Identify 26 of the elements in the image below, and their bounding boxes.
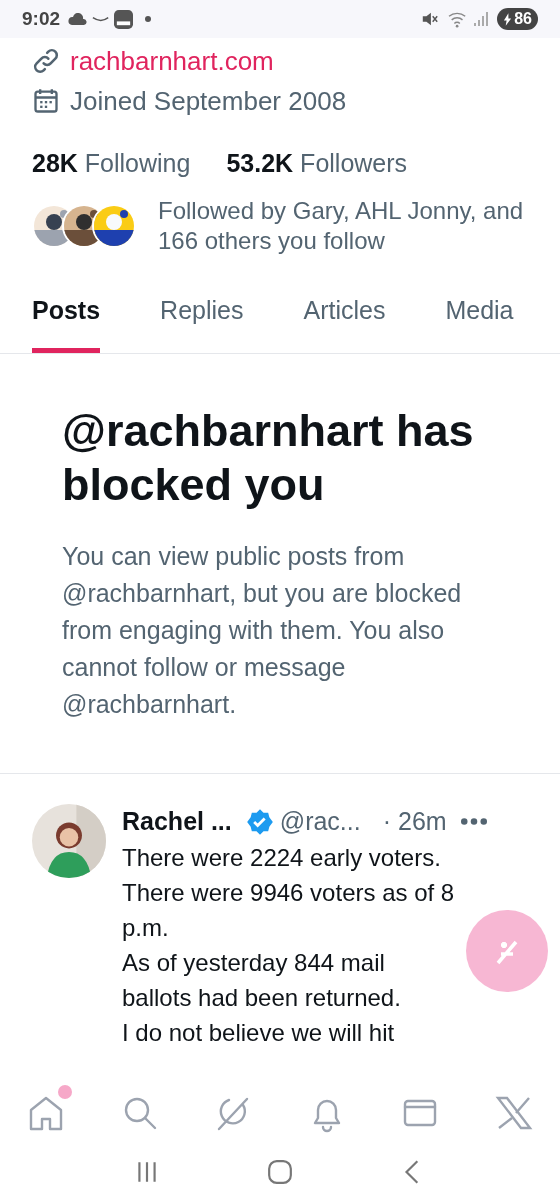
app-icon — [114, 9, 134, 29]
profile-tab[interactable]: Posts — [32, 292, 101, 353]
profile-tab[interactable]: Media — [445, 292, 514, 353]
author-name[interactable]: Rachel ... — [122, 802, 232, 841]
follow-stat-link[interactable]: 28K Following — [32, 145, 191, 183]
profile-tab[interactable]: Replies — [160, 292, 244, 353]
post-text: There were 2224 early voters. There were 9946 voters as of 8 p.m. As of yesterday 844 mail ballots had been returned. I do not believe we will hit — [122, 842, 456, 1048]
home-gesture-icon[interactable] — [267, 1159, 293, 1185]
post-time: · 26m — [382, 805, 447, 837]
followed-by-text[interactable]: Followed by Gary, AHL Jonny, and 166 others you follow — [158, 196, 528, 256]
link-icon — [32, 47, 60, 75]
dot-icon — [145, 16, 152, 22]
blocked-message: You can view public posts from @rachbarnhart, but you are blocked from engaging with them. You also cannot follow or message @rachbarnhart. — [62, 540, 463, 720]
signal-icon — [473, 11, 490, 27]
mute-icon — [421, 10, 440, 28]
more-icon[interactable] — [460, 818, 487, 825]
calendar-icon — [32, 87, 60, 115]
website-link[interactable]: rachbarnhart.com — [70, 41, 274, 81]
blocked-title: @rachbarnhart has blocked you — [62, 403, 475, 512]
cloud-icon — [68, 13, 89, 25]
joined-date: Joined September 2008 — [70, 84, 347, 118]
clock-time: 9:02 — [22, 6, 61, 31]
follow-stat-link[interactable]: 53.2K Followers — [226, 145, 408, 183]
profile-tab[interactable]: Articles — [303, 292, 386, 353]
author-handle: @rac... — [279, 805, 361, 837]
battery-indicator: 86 — [497, 8, 538, 30]
